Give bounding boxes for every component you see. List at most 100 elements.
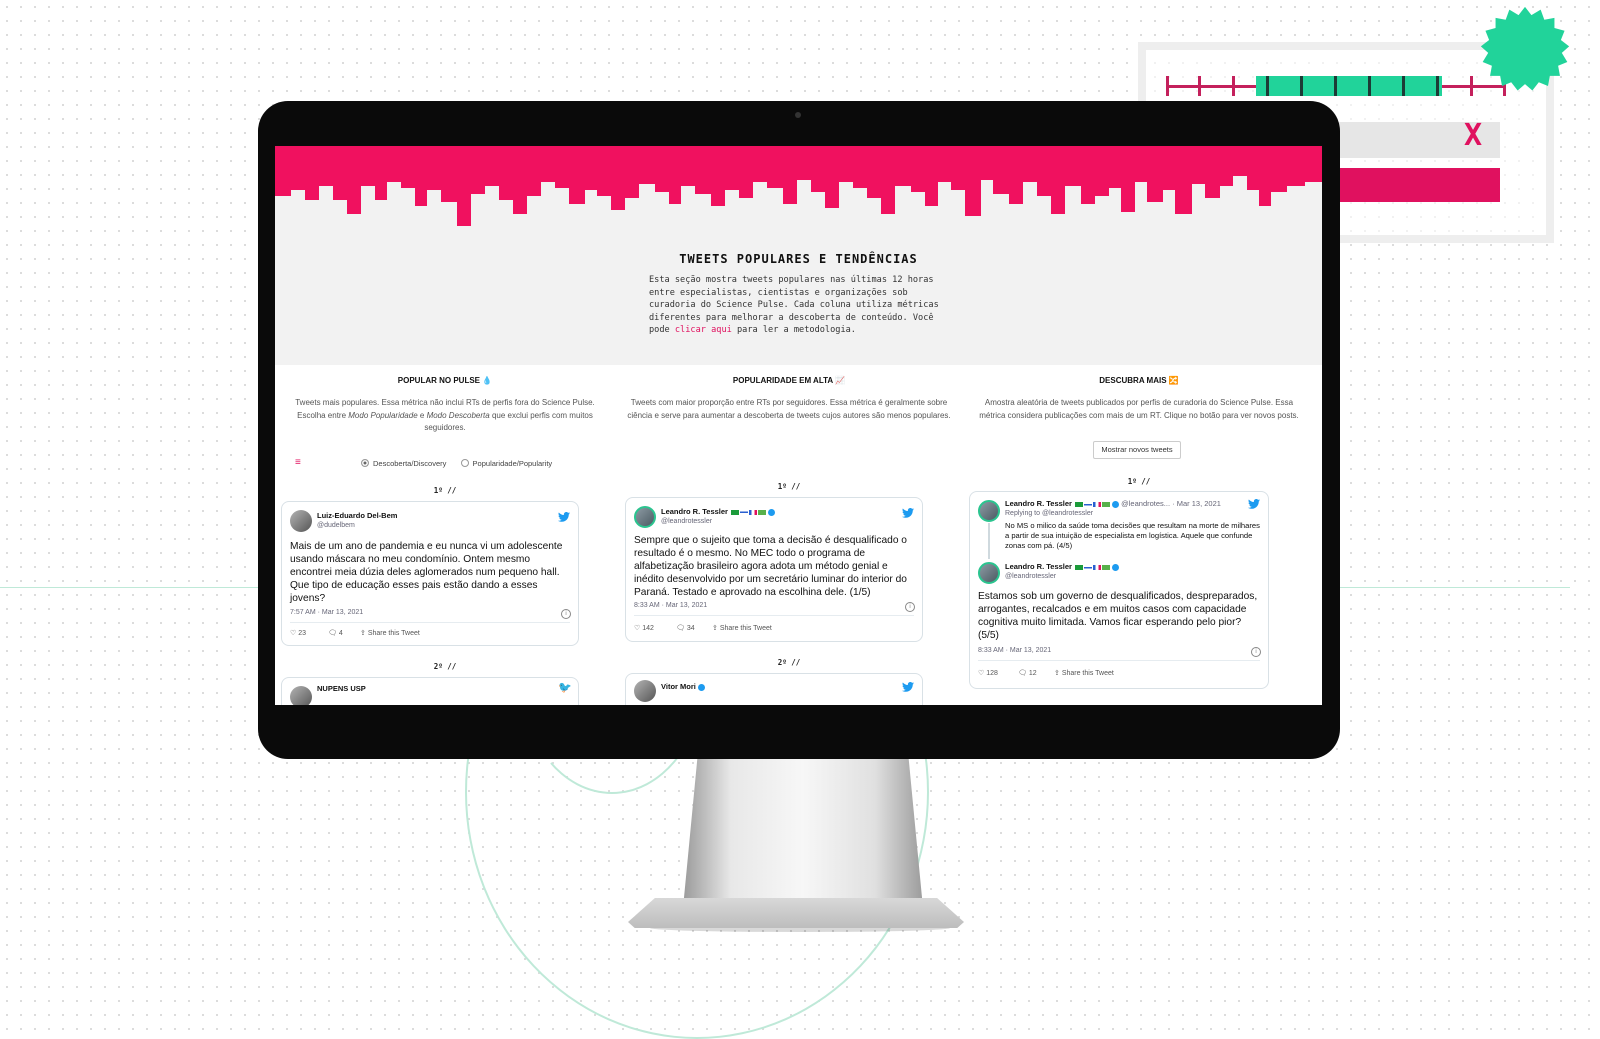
twitter-bird-icon[interactable] bbox=[902, 682, 914, 692]
tweet-timestamp[interactable]: 7:57 AM · Mar 13, 2021 bbox=[290, 609, 363, 616]
info-icon[interactable]: i bbox=[1251, 647, 1261, 657]
heart-icon: ♡ bbox=[290, 630, 299, 637]
avatar[interactable] bbox=[978, 562, 1000, 584]
reply-time: · Mar 13, 2021 bbox=[1172, 499, 1221, 508]
screen: TWEETS POPULARES E TENDÊNCIAS Esta seção… bbox=[275, 146, 1322, 705]
reply-button[interactable]: 🗨 34 bbox=[676, 624, 695, 632]
share-icon: ⇪ bbox=[712, 625, 720, 632]
like-button[interactable]: ♡ 23 bbox=[290, 629, 306, 637]
comment-icon: 🗨 bbox=[1018, 670, 1029, 677]
author-name-text: Leandro R. Tessler bbox=[661, 507, 728, 516]
tweet-author-name[interactable]: Vitor Mori bbox=[661, 682, 705, 691]
twitter-bird-icon[interactable] bbox=[902, 508, 914, 518]
webcam bbox=[795, 112, 801, 118]
rank-label: 1º // bbox=[433, 486, 457, 495]
show-new-tweets-button[interactable]: Mostrar novos tweets bbox=[1093, 441, 1181, 459]
radio-discovery-label[interactable]: Descoberta/Discovery bbox=[373, 459, 446, 468]
tweet-author-name[interactable]: Leandro R. Tessler bbox=[661, 507, 776, 516]
decor-ruler-tick bbox=[1402, 76, 1405, 96]
tweet-author-handle[interactable]: @dudelbem bbox=[317, 522, 355, 529]
decor-ruler-tick bbox=[1300, 76, 1303, 96]
reply-button[interactable]: 🗨 4 bbox=[328, 629, 343, 637]
decor-ruler-tick bbox=[1266, 76, 1269, 96]
reply-handle: @leandrotes... bbox=[1121, 499, 1171, 508]
flag-icon bbox=[1093, 501, 1102, 507]
avatar[interactable] bbox=[290, 686, 312, 705]
decor-ruler-tick bbox=[1470, 76, 1473, 96]
share-icon: ⇪ bbox=[360, 630, 368, 637]
author-name-text: Leandro R. Tessler bbox=[1005, 562, 1072, 571]
reply-button[interactable]: 🗨 12 bbox=[1018, 669, 1037, 677]
decor-ruler-tick bbox=[1436, 76, 1439, 96]
flag-icon bbox=[1075, 501, 1084, 507]
tweet-text: Estamos sob um governo de desqualificado… bbox=[978, 591, 1258, 641]
tweet-author-handle[interactable]: @leandrotessler bbox=[661, 518, 712, 525]
tweet-card[interactable]: Vitor Mori bbox=[625, 673, 923, 705]
monitor-stand bbox=[683, 758, 923, 908]
share-button[interactable]: ⇪ Share this Tweet bbox=[712, 624, 772, 632]
methodology-link[interactable]: clicar aqui bbox=[675, 325, 732, 335]
radio-discovery[interactable] bbox=[361, 459, 369, 468]
info-icon[interactable]: i bbox=[905, 602, 915, 612]
page-title: TWEETS POPULARES E TENDÊNCIAS bbox=[679, 252, 918, 266]
decor-ruler-tick bbox=[1368, 76, 1371, 96]
tweet-card[interactable]: Luiz-Eduardo Del-Bem @dudelbem Mais de u… bbox=[281, 501, 579, 646]
decor-close-mark: X bbox=[1464, 118, 1483, 153]
page-description: Esta seção mostra tweets populares nas ú… bbox=[649, 274, 949, 337]
like-button[interactable]: ♡ 142 bbox=[634, 624, 654, 632]
tweet-card[interactable]: Leandro R. Tessler @leandrotessler Sempr… bbox=[625, 497, 923, 642]
replying-to[interactable]: Replying to @leandrotessler bbox=[1005, 510, 1093, 517]
comment-icon: 🗨 bbox=[676, 625, 687, 632]
desc-text: e bbox=[417, 410, 427, 420]
decor-ruler-highlight bbox=[1256, 76, 1442, 96]
decor-ruler-tick bbox=[1198, 76, 1201, 96]
like-count: 23 bbox=[298, 630, 307, 637]
column-title: DESCUBRA MAIS 🔀 bbox=[1099, 376, 1179, 385]
tweet-timestamp[interactable]: 8:33 AM · Mar 13, 2021 bbox=[634, 602, 707, 609]
radio-popularity-label[interactable]: Popularidade/Popularity bbox=[473, 459, 553, 468]
avatar[interactable] bbox=[290, 510, 312, 532]
like-button[interactable]: ♡ 128 bbox=[978, 669, 998, 677]
column-title: POPULAR NO PULSE 💧 bbox=[397, 376, 493, 385]
tweet-card[interactable]: NUPENS USP 🐦 bbox=[281, 677, 579, 705]
verified-icon bbox=[697, 683, 705, 691]
twitter-bird-icon[interactable] bbox=[1248, 499, 1260, 509]
tweet-card[interactable]: Leandro R. Tessler @leandrotes... · Mar … bbox=[969, 491, 1269, 689]
heart-icon: ♡ bbox=[634, 625, 643, 632]
tweet-divider bbox=[634, 615, 914, 616]
reply-count: 12 bbox=[1028, 670, 1037, 677]
menu-icon[interactable]: ≡ bbox=[295, 457, 301, 468]
author-name-text: Vitor Mori bbox=[661, 682, 696, 691]
decor-badge-icon bbox=[1480, 6, 1570, 91]
avatar[interactable] bbox=[978, 500, 1000, 522]
twitter-bird-icon[interactable] bbox=[558, 512, 570, 522]
tweet-author-name[interactable]: NUPENS USP bbox=[317, 684, 366, 693]
column-popular: POPULAR NO PULSE 💧 Tweets mais populares… bbox=[275, 365, 615, 705]
share-button[interactable]: ⇪ Share this Tweet bbox=[1054, 669, 1114, 677]
share-label: Share this Tweet bbox=[1061, 670, 1114, 677]
tweet-author-name[interactable]: Leandro R. Tessler bbox=[1005, 562, 1120, 571]
share-button[interactable]: ⇪ Share this Tweet bbox=[360, 629, 420, 637]
tweet-author-name[interactable]: Leandro R. Tessler @leandrotes... · Mar … bbox=[1005, 499, 1221, 508]
avatar[interactable] bbox=[634, 680, 656, 702]
twitter-bird-icon[interactable]: 🐦 bbox=[558, 681, 572, 694]
column-description: Amostra aleatória de tweets publicados p… bbox=[979, 398, 1299, 420]
thread-line bbox=[988, 523, 990, 559]
tweet-author-handle[interactable]: @leandrotessler bbox=[1005, 573, 1056, 580]
verified-icon bbox=[1112, 563, 1120, 571]
tweet-author-name[interactable]: Luiz-Eduardo Del-Bem bbox=[317, 511, 397, 520]
column-description: Tweets mais populares. Essa métrica não … bbox=[283, 397, 607, 435]
flag-icon bbox=[1084, 564, 1093, 570]
avatar[interactable] bbox=[634, 506, 656, 528]
decor-ruler-tick bbox=[1232, 76, 1235, 96]
tweet-timestamp[interactable]: 8:33 AM · Mar 13, 2021 bbox=[978, 647, 1051, 654]
column-description: Tweets com maior proporção entre RTs por… bbox=[627, 398, 951, 420]
column-title: POPULARIDADE EM ALTA 📈 bbox=[732, 376, 846, 385]
mode-radio-group: Descoberta/Discovery Popularidade/Popula… bbox=[361, 458, 552, 468]
rank-label: 1º // bbox=[777, 482, 801, 491]
info-icon[interactable]: i bbox=[561, 609, 571, 619]
like-count: 142 bbox=[642, 625, 654, 632]
column-discover: DESCUBRA MAIS 🔀 Amostra aleatória de twe… bbox=[963, 365, 1315, 705]
radio-popularity[interactable] bbox=[460, 459, 469, 468]
share-icon: ⇪ bbox=[1054, 670, 1062, 677]
